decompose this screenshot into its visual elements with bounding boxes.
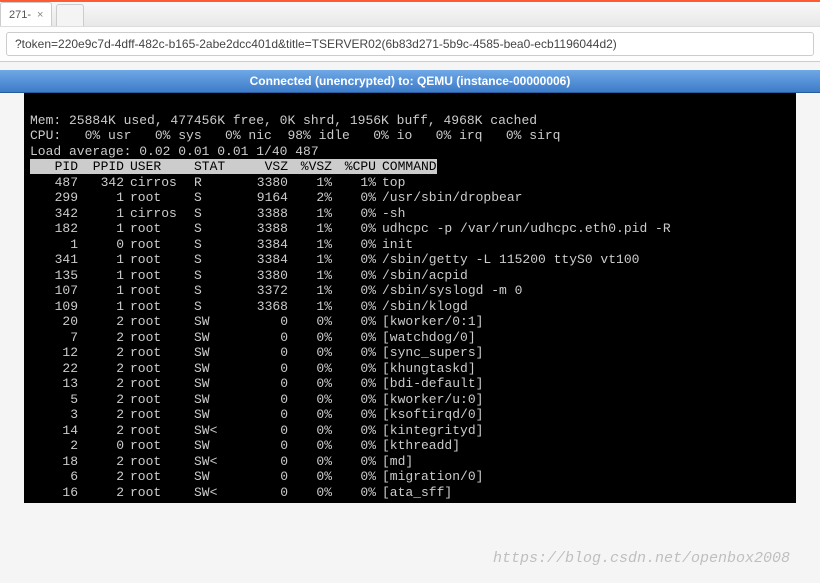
browser-tab-strip: 271- × bbox=[0, 0, 820, 26]
terminal-output[interactable]: Mem: 25884K used, 477456K free, 0K shrd,… bbox=[24, 93, 796, 503]
process-row: 52rootSW00%0%[kworker/u:0] bbox=[30, 392, 790, 408]
page-content: Connected (unencrypted) to: QEMU (instan… bbox=[0, 62, 820, 583]
process-row: 162rootSW<00%0%[ata_sff] bbox=[30, 485, 790, 501]
process-row: 487342cirrosR33801%1%top bbox=[30, 175, 790, 191]
url-bar-row bbox=[0, 26, 820, 62]
process-row: 3411rootS33841%0%/sbin/getty -L 115200 t… bbox=[30, 252, 790, 268]
process-row: 62rootSW00%0%[migration/0] bbox=[30, 469, 790, 485]
process-row: 142rootSW<00%0%[kintegrityd] bbox=[30, 423, 790, 439]
process-row: 202rootSW00%0%[kworker/0:1] bbox=[30, 314, 790, 330]
process-row: 122rootSW00%0%[sync_supers] bbox=[30, 345, 790, 361]
process-row: 10rootS33841%0%init bbox=[30, 237, 790, 253]
process-row: 72rootSW00%0%[watchdog/0] bbox=[30, 330, 790, 346]
load-line: Load average: 0.02 0.01 0.01 1/40 487 bbox=[30, 144, 319, 159]
process-row: 2991rootS91642%0%/usr/sbin/dropbear bbox=[30, 190, 790, 206]
process-header: PIDPPIDUSERSTATVSZ%VSZ%CPUCOMMAND bbox=[30, 159, 437, 174]
connection-banner: Connected (unencrypted) to: QEMU (instan… bbox=[0, 70, 820, 93]
close-icon[interactable]: × bbox=[37, 9, 43, 21]
process-row: 1351rootS33801%0%/sbin/acpid bbox=[30, 268, 790, 284]
new-tab-button[interactable] bbox=[56, 4, 84, 26]
tab-title: 271- bbox=[9, 9, 31, 21]
watermark-text: https://blog.csdn.net/openbox2008 bbox=[493, 550, 790, 567]
process-list: 487342cirrosR33801%1%top2991rootS91642%0… bbox=[30, 175, 790, 501]
process-row: 1091rootS33681%0%/sbin/klogd bbox=[30, 299, 790, 315]
mem-line: Mem: 25884K used, 477456K free, 0K shrd,… bbox=[30, 113, 537, 128]
process-row: 1821rootS33881%0%udhcpc -p /var/run/udhc… bbox=[30, 221, 790, 237]
process-row: 20rootSW00%0%[kthreadd] bbox=[30, 438, 790, 454]
process-row: 132rootSW00%0%[bdi-default] bbox=[30, 376, 790, 392]
url-input[interactable] bbox=[6, 32, 814, 56]
process-row: 222rootSW00%0%[khungtaskd] bbox=[30, 361, 790, 377]
process-row: 182rootSW<00%0%[md] bbox=[30, 454, 790, 470]
cpu-line: CPU: 0% usr 0% sys 0% nic 98% idle 0% io… bbox=[30, 128, 561, 143]
process-row: 1071rootS33721%0%/sbin/syslogd -m 0 bbox=[30, 283, 790, 299]
process-row: 32rootSW00%0%[ksoftirqd/0] bbox=[30, 407, 790, 423]
browser-tab-active[interactable]: 271- × bbox=[0, 2, 52, 26]
process-row: 3421cirrosS33881%0%-sh bbox=[30, 206, 790, 222]
